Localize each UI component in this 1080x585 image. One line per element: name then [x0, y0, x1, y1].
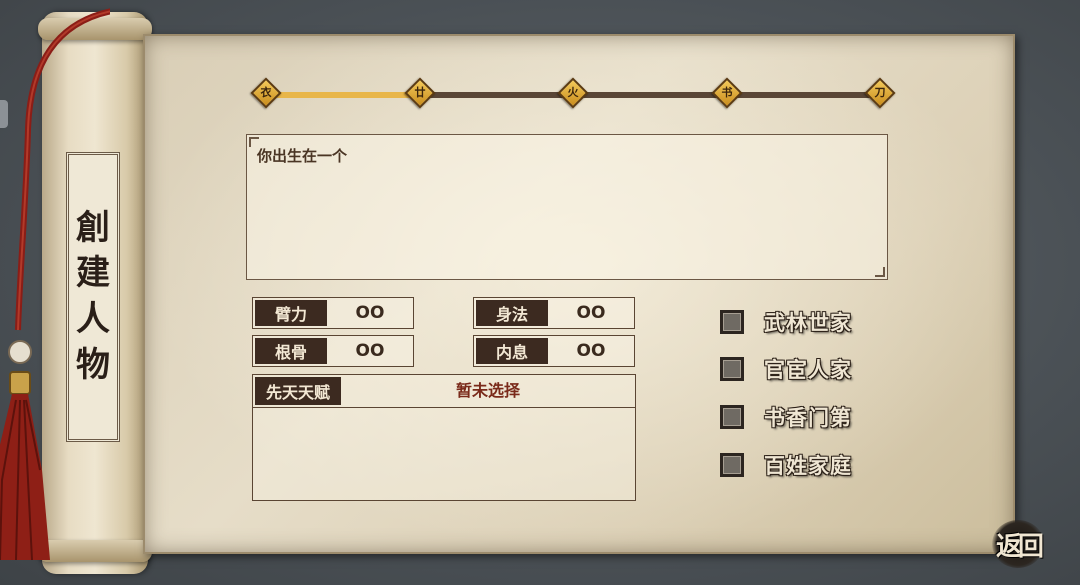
back-button[interactable]: 返回 [986, 514, 1050, 574]
stat-value: OO [576, 341, 606, 361]
story-text-box: 你出生在一个 [246, 134, 888, 280]
family-option-scholar[interactable]: 书香门第 [720, 402, 852, 432]
progress-fill [265, 92, 419, 98]
option-label: 武林世家 [764, 311, 852, 335]
family-option-commoner[interactable]: 百姓家庭 [720, 450, 852, 480]
stat-inner-breath: 内息 OO [473, 335, 635, 367]
stat-agility: 身法 OO [473, 297, 635, 329]
stat-strength: 臂力 OO [252, 297, 414, 329]
option-label: 官宦人家 [764, 358, 852, 382]
checkbox[interactable] [720, 405, 744, 429]
title-char: 物 [76, 344, 110, 385]
back-button-label: 返回 [995, 531, 1044, 562]
stat-label: 身法 [476, 300, 548, 326]
stat-constitution: 根骨 OO [252, 335, 414, 367]
title-char: 創 [76, 207, 110, 248]
stat-value: OO [355, 303, 385, 323]
talent-header: 先天天赋 暂未选择 [253, 375, 635, 408]
option-label: 百姓家庭 [764, 454, 852, 478]
page-title: 創 建 人 物 [66, 152, 120, 442]
stat-label: 臂力 [255, 300, 327, 326]
checkbox[interactable] [720, 357, 744, 381]
option-label: 书香门第 [764, 406, 852, 430]
scroll-roller-cap-top [38, 18, 152, 40]
talent-panel: 先天天赋 暂未选择 [252, 374, 636, 501]
title-char: 建 [76, 253, 110, 294]
family-option-martial[interactable]: 武林世家 [720, 307, 852, 337]
scroll-roller-cap-bottom [38, 540, 152, 562]
stat-label: 内息 [476, 338, 548, 364]
family-option-official[interactable]: 官宦人家 [720, 354, 852, 384]
creation-progress-bar: 衣 廿 火 书 刀 [250, 77, 896, 109]
stat-label: 根骨 [255, 338, 327, 364]
checkbox[interactable] [720, 453, 744, 477]
talent-label: 先天天赋 [255, 377, 341, 405]
title-char: 人 [76, 299, 110, 339]
story-text: 你出生在一个 [257, 147, 348, 165]
stat-value: OO [576, 303, 606, 323]
edge-handle[interactable] [0, 100, 8, 128]
checkbox[interactable] [720, 310, 744, 334]
talent-value[interactable]: 暂未选择 [343, 375, 633, 407]
stat-value: OO [355, 341, 385, 361]
